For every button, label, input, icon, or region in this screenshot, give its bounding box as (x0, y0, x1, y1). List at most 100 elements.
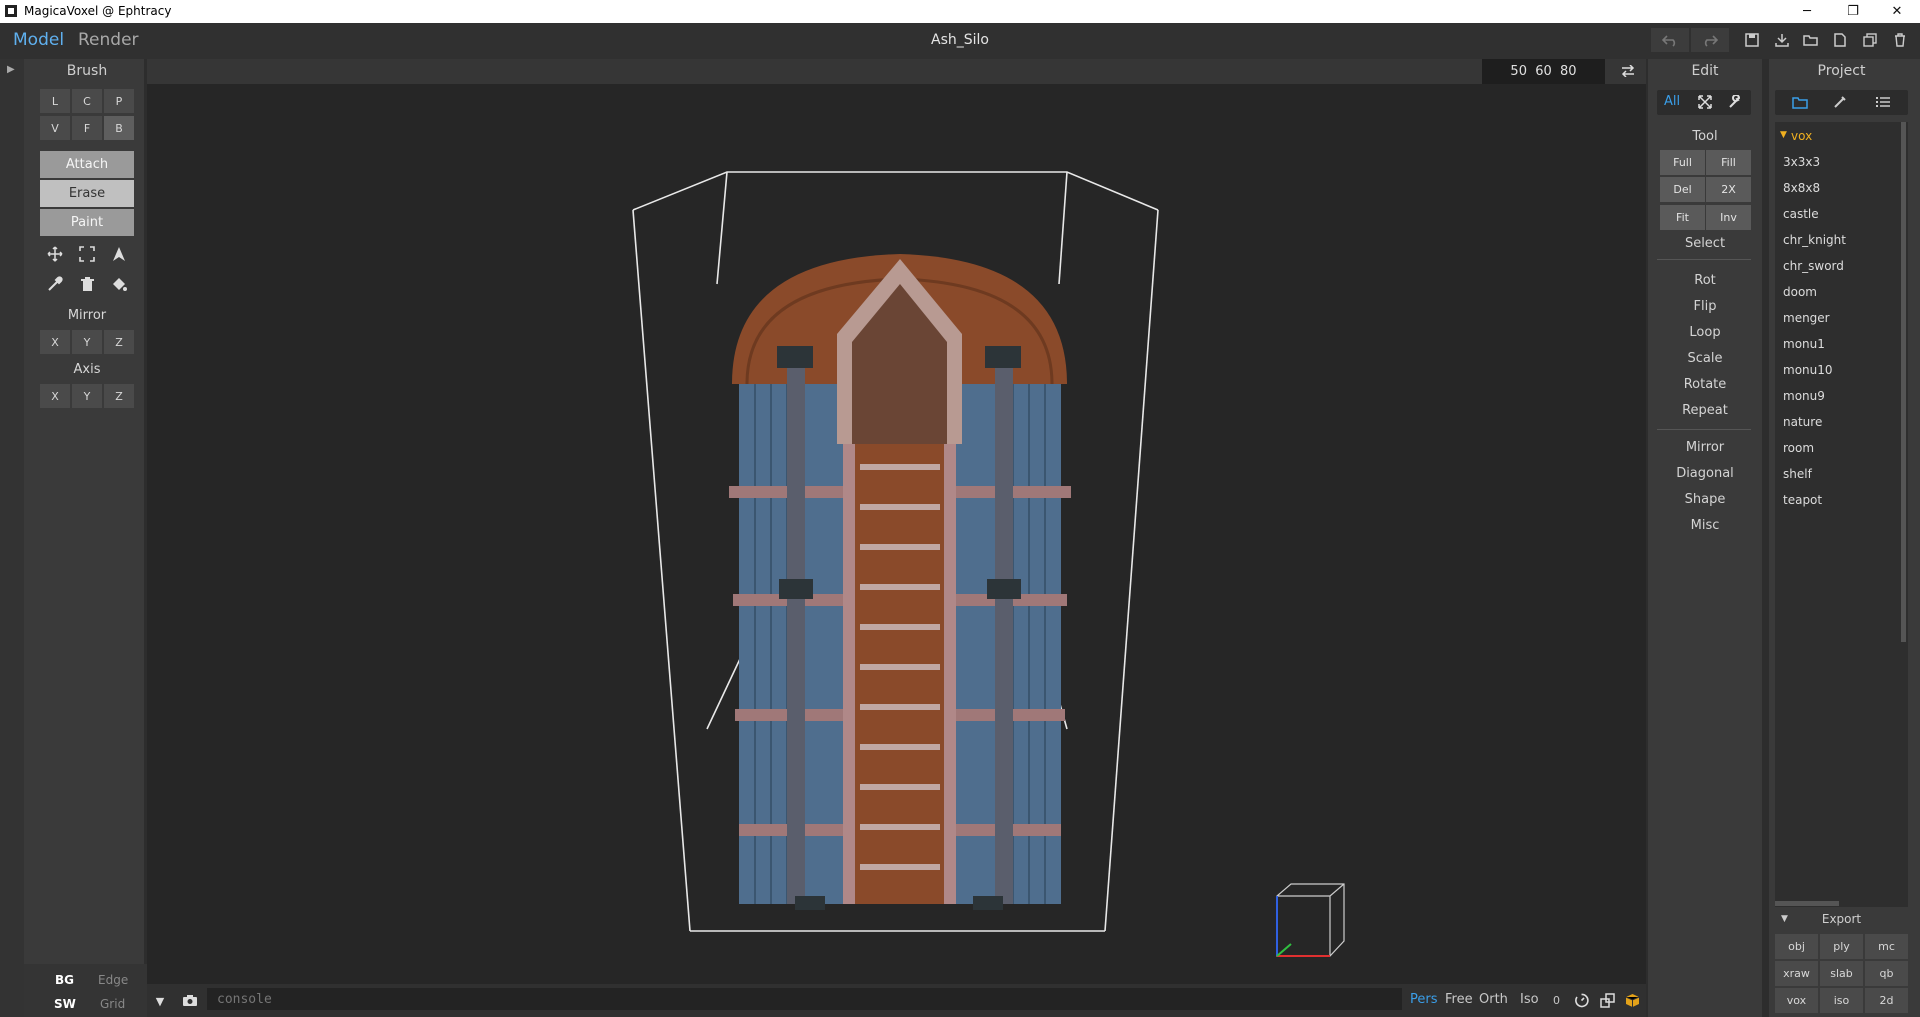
fill-tool-button[interactable] (104, 270, 134, 298)
cube-view-button[interactable] (1623, 991, 1641, 1009)
edit-tab-all[interactable]: All (1664, 94, 1680, 109)
paint-mode-button[interactable]: Paint (40, 209, 134, 236)
export-mc-button[interactable]: mc (1865, 934, 1908, 959)
axis-x-button[interactable]: X (40, 384, 70, 408)
collapse-arrow-icon[interactable]: ▶ (7, 64, 15, 75)
brush-type-face[interactable]: F (72, 116, 102, 140)
tool-inv-button[interactable]: Inv (1706, 205, 1751, 230)
tool-2x-button[interactable]: 2X (1706, 177, 1751, 202)
open-button[interactable] (1800, 29, 1822, 51)
file-item[interactable]: chr_sword (1783, 259, 1844, 273)
file-item[interactable]: 8x8x8 (1783, 181, 1820, 195)
file-item[interactable]: nature (1783, 415, 1822, 429)
reset-view-button[interactable] (1572, 991, 1590, 1009)
new-file-button[interactable] (1829, 29, 1851, 51)
export-ply-button[interactable]: ply (1820, 934, 1863, 959)
layout-button[interactable] (1598, 991, 1616, 1009)
mirror-z-button[interactable]: Z (104, 330, 134, 354)
export-slab-button[interactable]: slab (1820, 961, 1863, 986)
sw-toggle[interactable]: SW (54, 997, 76, 1011)
export-xraw-button[interactable]: xraw (1775, 961, 1818, 986)
edit-tab-wrench[interactable] (1726, 93, 1744, 111)
bg-toggle[interactable]: BG (55, 973, 74, 987)
brush-type-voxel[interactable]: V (40, 116, 70, 140)
grid-toggle[interactable]: Grid (100, 997, 125, 1011)
axis-z-button[interactable]: Z (104, 384, 134, 408)
file-item[interactable]: shelf (1783, 467, 1812, 481)
axis-y-button[interactable]: Y (72, 384, 102, 408)
copy-button[interactable] (1859, 29, 1881, 51)
close-window-button[interactable]: ✕ (1874, 0, 1920, 23)
scale-button[interactable]: Scale (1659, 351, 1751, 366)
shape-button[interactable]: Shape (1659, 492, 1751, 507)
file-item[interactable]: 3x3x3 (1783, 155, 1820, 169)
export-2d-button[interactable]: 2d (1865, 988, 1908, 1013)
file-item[interactable]: monu10 (1783, 363, 1833, 377)
undo-button[interactable] (1651, 28, 1689, 52)
delete-button[interactable] (1889, 29, 1911, 51)
view-free-button[interactable]: Free (1445, 992, 1473, 1007)
file-item[interactable]: menger (1783, 311, 1830, 325)
clear-tool-button[interactable] (72, 270, 102, 298)
export-obj-button[interactable]: obj (1775, 934, 1818, 959)
tool-fill-button[interactable]: Fill (1706, 150, 1751, 175)
attach-mode-button[interactable]: Attach (40, 151, 134, 178)
rotate-button[interactable]: Rotate (1659, 377, 1751, 392)
view-iso-button[interactable]: Iso (1520, 992, 1539, 1007)
file-list-hscrollbar[interactable] (1775, 901, 1839, 906)
edge-toggle[interactable]: Edge (98, 973, 128, 987)
edit-tab-expand[interactable] (1696, 93, 1714, 111)
view-orth-button[interactable]: Orth (1479, 992, 1508, 1007)
project-tab-files[interactable] (1790, 93, 1810, 111)
project-tab-list[interactable] (1873, 93, 1893, 111)
folder-vox[interactable]: vox (1791, 129, 1812, 143)
file-item[interactable]: teapot (1783, 493, 1822, 507)
console-input[interactable] (207, 988, 1402, 1010)
file-item[interactable]: room (1783, 441, 1814, 455)
pointer-tool-button[interactable] (104, 240, 134, 268)
loop-button[interactable]: Loop (1659, 325, 1751, 340)
move-tool-button[interactable] (40, 240, 70, 268)
tool-fit-button[interactable]: Fit (1660, 205, 1705, 230)
brush-type-pattern[interactable]: P (104, 89, 134, 113)
project-tab-palette[interactable] (1830, 93, 1850, 111)
export-iso-button[interactable]: iso (1820, 988, 1863, 1013)
mirror-y-button[interactable]: Y (72, 330, 102, 354)
brush-type-line[interactable]: L (40, 89, 70, 113)
screenshot-button[interactable] (180, 991, 200, 1009)
restore-button[interactable]: ❐ (1830, 0, 1876, 23)
voxel-viewport[interactable] (147, 84, 1646, 984)
diagonal-button[interactable]: Diagonal (1659, 466, 1751, 481)
tool-del-button[interactable]: Del (1660, 177, 1705, 202)
view-pers-button[interactable]: Pers (1410, 992, 1438, 1007)
minimize-button[interactable]: ─ (1784, 0, 1830, 23)
select-box-tool-button[interactable] (72, 240, 102, 268)
flip-button[interactable]: Flip (1659, 299, 1751, 314)
redo-button[interactable] (1691, 28, 1729, 52)
file-list-scrollbar[interactable] (1901, 122, 1906, 642)
rot-button[interactable]: Rot (1659, 273, 1751, 288)
misc-button[interactable]: Misc (1659, 518, 1751, 533)
erase-mode-button[interactable]: Erase (40, 180, 134, 207)
dimension-field[interactable]: 50 60 80 (1482, 59, 1605, 84)
file-item[interactable]: chr_knight (1783, 233, 1846, 247)
file-item[interactable]: castle (1783, 207, 1819, 221)
mirror-x-button[interactable]: X (40, 330, 70, 354)
export-qb-button[interactable]: qb (1865, 961, 1908, 986)
tool-full-button[interactable]: Full (1660, 150, 1705, 175)
file-item[interactable]: monu1 (1783, 337, 1825, 351)
select-button[interactable]: Select (1659, 236, 1751, 251)
swap-button[interactable] (1617, 61, 1639, 81)
file-item[interactable]: doom (1783, 285, 1817, 299)
silo-model-render (632, 171, 1345, 957)
file-item[interactable]: monu9 (1783, 389, 1825, 403)
export-vox-button[interactable]: vox (1775, 988, 1818, 1013)
repeat-button[interactable]: Repeat (1659, 403, 1751, 418)
brush-type-center[interactable]: C (72, 89, 102, 113)
save-as-button[interactable] (1771, 29, 1793, 51)
color-picker-tool-button[interactable] (40, 270, 70, 298)
console-toggle-icon[interactable]: ▼ (151, 992, 169, 1010)
mirror-op-button[interactable]: Mirror (1659, 440, 1751, 455)
save-button[interactable] (1741, 29, 1763, 51)
brush-type-box[interactable]: B (104, 116, 134, 140)
